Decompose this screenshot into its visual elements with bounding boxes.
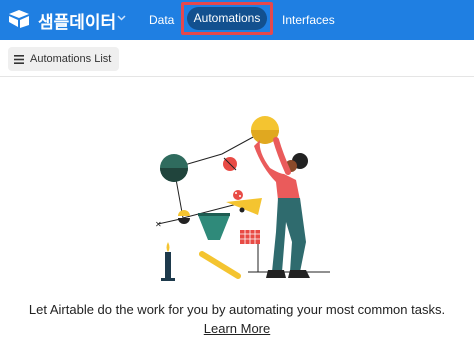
tab-data[interactable]: Data: [149, 0, 174, 40]
learn-more-link[interactable]: Learn More: [204, 321, 270, 336]
top-bar: 샘플데이터 Data Automations Interfaces: [0, 0, 474, 40]
airtable-logo-icon[interactable]: [8, 9, 30, 29]
empty-state-message: Let Airtable do the work for you by auto…: [28, 302, 446, 317]
automations-list-button[interactable]: Automations List: [8, 47, 120, 71]
tab-interfaces[interactable]: Interfaces: [282, 0, 335, 40]
automations-tab-highlight: [181, 2, 273, 35]
svg-text:✕: ✕: [155, 220, 162, 229]
automation-illustration: ✕: [155, 116, 330, 281]
sub-toolbar: Automations List: [0, 40, 474, 77]
automations-list-label: Automations List: [30, 53, 112, 65]
learn-more-row: Learn More: [0, 321, 474, 336]
chevron-down-icon[interactable]: [116, 12, 127, 23]
base-name[interactable]: 샘플데이터: [38, 8, 116, 33]
list-icon: [14, 54, 24, 64]
